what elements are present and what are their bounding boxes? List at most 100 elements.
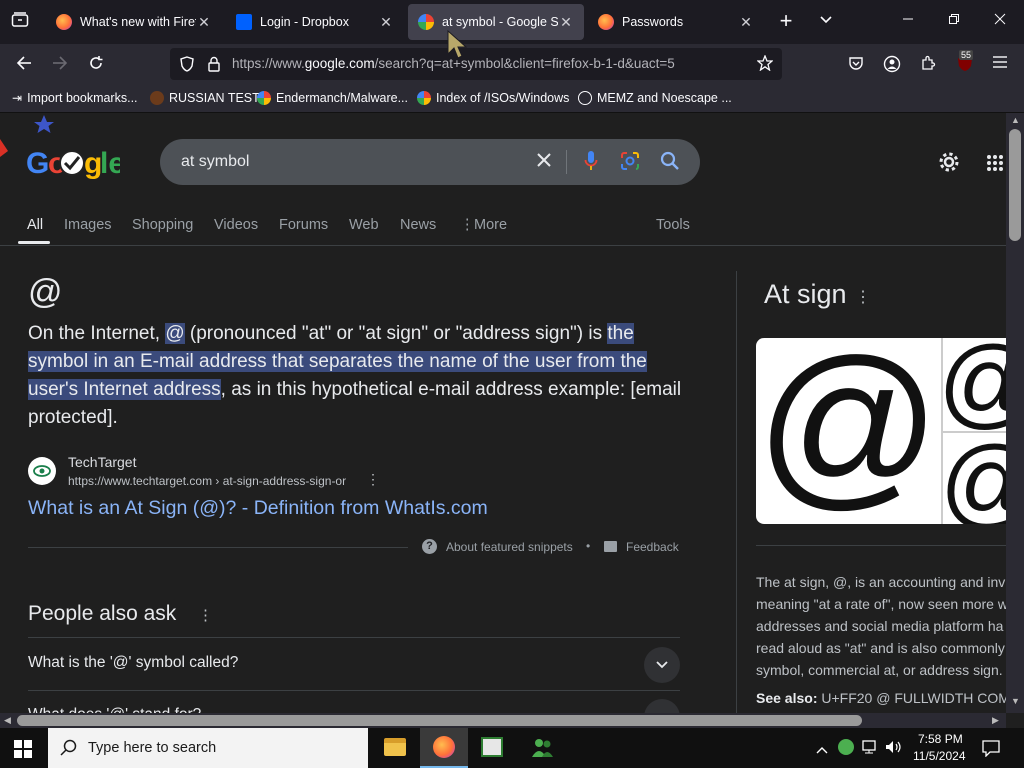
extensions-icon[interactable]: [918, 55, 938, 76]
feedback-link[interactable]: Feedback: [626, 540, 679, 554]
see-also-link[interactable]: U+FF20 @ FULLWIDTH COM: [821, 690, 1008, 706]
tab-whats-new[interactable]: What's new with Firefox ✕: [46, 4, 222, 40]
tab-shopping[interactable]: Shopping: [132, 217, 193, 233]
clock-date[interactable]: 11/5/2024: [913, 749, 966, 763]
search-input[interactable]: at symbol: [181, 153, 249, 171]
taskbar-app-icon[interactable]: [481, 737, 503, 757]
tab-more[interactable]: More: [474, 217, 507, 233]
snippet-mid: (pronounced "at" or "at sign" or "addres…: [184, 323, 608, 344]
scrollbar-thumb[interactable]: [1009, 129, 1021, 241]
scrollbar-right-arrow[interactable]: ▶: [992, 715, 999, 726]
more-dots-icon[interactable]: ⋮: [460, 217, 475, 233]
tools-button[interactable]: Tools: [656, 217, 690, 233]
tab-forums[interactable]: Forums: [279, 217, 328, 233]
globe-icon: [150, 91, 164, 105]
chevron-down-icon[interactable]: [814, 12, 838, 30]
windows-start-icon[interactable]: [14, 740, 32, 763]
reload-icon[interactable]: [84, 55, 108, 76]
svg-text:G: G: [26, 147, 49, 180]
tab-all[interactable]: All: [27, 217, 43, 233]
feedback-icon[interactable]: [604, 541, 617, 552]
paa-question[interactable]: What is the '@' symbol called?: [28, 654, 238, 672]
search-divider: [566, 150, 567, 174]
source-options-icon[interactable]: ⋮: [366, 471, 380, 488]
paa-divider: [28, 637, 680, 638]
featured-snippet-text: On the Internet, @ (pronounced "at" or "…: [28, 320, 688, 432]
knowledge-panel-title: At sign: [764, 279, 847, 309]
people-also-ask-title: People also ask: [28, 602, 177, 625]
google-icon: [257, 91, 271, 105]
close-tab-icon[interactable]: ✕: [378, 14, 394, 31]
settings-gear-icon[interactable]: [936, 151, 962, 178]
bookmark-endermanch[interactable]: Endermanch/Malware...: [257, 91, 408, 105]
new-tab-icon[interactable]: +: [774, 10, 798, 32]
tab-news[interactable]: News: [400, 217, 436, 233]
google-apps-icon[interactable]: [984, 154, 1006, 177]
result-link[interactable]: What is an At Sign (@)? - Definition fro…: [28, 497, 488, 520]
file-explorer-icon[interactable]: [384, 738, 406, 756]
tray-overflow-icon[interactable]: [816, 741, 828, 759]
horizontal-scrollbar[interactable]: ◀ ▶: [0, 713, 1006, 728]
scrollbar-thumb[interactable]: [17, 715, 862, 726]
bookmark-russian-test[interactable]: RUSSIAN TEST: [150, 91, 260, 105]
bookmark-isos[interactable]: Index of /ISOs/Windows: [417, 91, 569, 105]
tab-videos[interactable]: Videos: [214, 217, 258, 233]
tab-passwords[interactable]: Passwords ✕: [588, 4, 764, 40]
search-box[interactable]: at symbol: [160, 139, 700, 185]
clear-icon[interactable]: [532, 152, 556, 173]
shield-icon[interactable]: [178, 56, 196, 77]
scrollbar-left-arrow[interactable]: ◀: [4, 715, 11, 726]
lock-icon[interactable]: [205, 56, 223, 77]
clock-time[interactable]: 7:58 PM: [918, 732, 963, 746]
see-also: See also: U+FF20 @ FULLWIDTH COM: [756, 687, 1008, 709]
pocket-icon[interactable]: [846, 55, 866, 76]
bookmark-label: MEMZ and Noescape ...: [597, 91, 732, 105]
taskbar-people-icon[interactable]: [530, 737, 554, 764]
minimize-icon[interactable]: [896, 12, 920, 30]
close-tab-icon[interactable]: ✕: [196, 14, 212, 31]
back-icon[interactable]: [12, 55, 36, 76]
chevron-down-icon[interactable]: [644, 647, 680, 683]
result-divider: [28, 547, 408, 548]
mouse-cursor: [447, 29, 468, 65]
about-featured-snippets[interactable]: About featured snippets: [446, 540, 573, 554]
bookmark-memz[interactable]: MEMZ and Noescape ...: [578, 91, 732, 105]
paa-options-icon[interactable]: ⋮: [198, 606, 213, 624]
taskbar-firefox-active[interactable]: [420, 728, 468, 768]
restore-icon[interactable]: [942, 12, 966, 30]
taskbar-search-box[interactable]: Type here to search: [48, 728, 368, 768]
menu-icon[interactable]: [990, 55, 1010, 73]
tray-people-icon[interactable]: [838, 739, 854, 755]
google-lens-icon[interactable]: [619, 151, 641, 176]
network-icon[interactable]: [862, 740, 880, 759]
forward-icon[interactable]: [48, 55, 72, 76]
bookmark-star-icon[interactable]: [756, 54, 774, 76]
account-icon[interactable]: [882, 55, 902, 78]
tab-images[interactable]: Images: [64, 217, 112, 233]
scrollbar-down-arrow[interactable]: ▼: [1011, 696, 1020, 706]
source-url[interactable]: https://www.techtarget.com › at-sign-add…: [68, 474, 346, 488]
close-window-icon[interactable]: [988, 12, 1012, 30]
help-icon[interactable]: ?: [422, 539, 437, 554]
volume-icon[interactable]: [885, 740, 903, 759]
scrollbar-up-arrow[interactable]: ▲: [1011, 115, 1020, 125]
microphone-icon[interactable]: [580, 150, 602, 177]
at-sign-image[interactable]: @ @ @: [756, 338, 1008, 524]
google-icon: [417, 91, 431, 105]
address-bar[interactable]: https://www.google.com/search?q=at+symbo…: [170, 48, 782, 80]
tab-dropbox[interactable]: Login - Dropbox ✕: [226, 4, 404, 40]
knowledge-panel-border: [736, 271, 737, 728]
tab-web[interactable]: Web: [349, 217, 379, 233]
vertical-scrollbar[interactable]: ▲ ▼: [1006, 113, 1024, 713]
google-doodle-logo[interactable]: G o g le: [0, 113, 125, 193]
tab-google-search[interactable]: at symbol - Google Search ✕: [408, 4, 584, 40]
bookmark-import[interactable]: ⇥ Import bookmarks...: [12, 91, 138, 105]
search-icon[interactable]: [658, 151, 682, 176]
tab-title: at symbol - Google Search: [442, 15, 558, 29]
close-tab-icon[interactable]: ✕: [738, 14, 754, 31]
source-name[interactable]: TechTarget: [68, 454, 136, 470]
list-all-tabs-icon[interactable]: [8, 12, 32, 32]
close-tab-icon[interactable]: ✕: [558, 14, 574, 31]
notification-icon[interactable]: [982, 739, 1000, 762]
knowledge-panel-options-icon[interactable]: ⋮: [855, 287, 871, 307]
